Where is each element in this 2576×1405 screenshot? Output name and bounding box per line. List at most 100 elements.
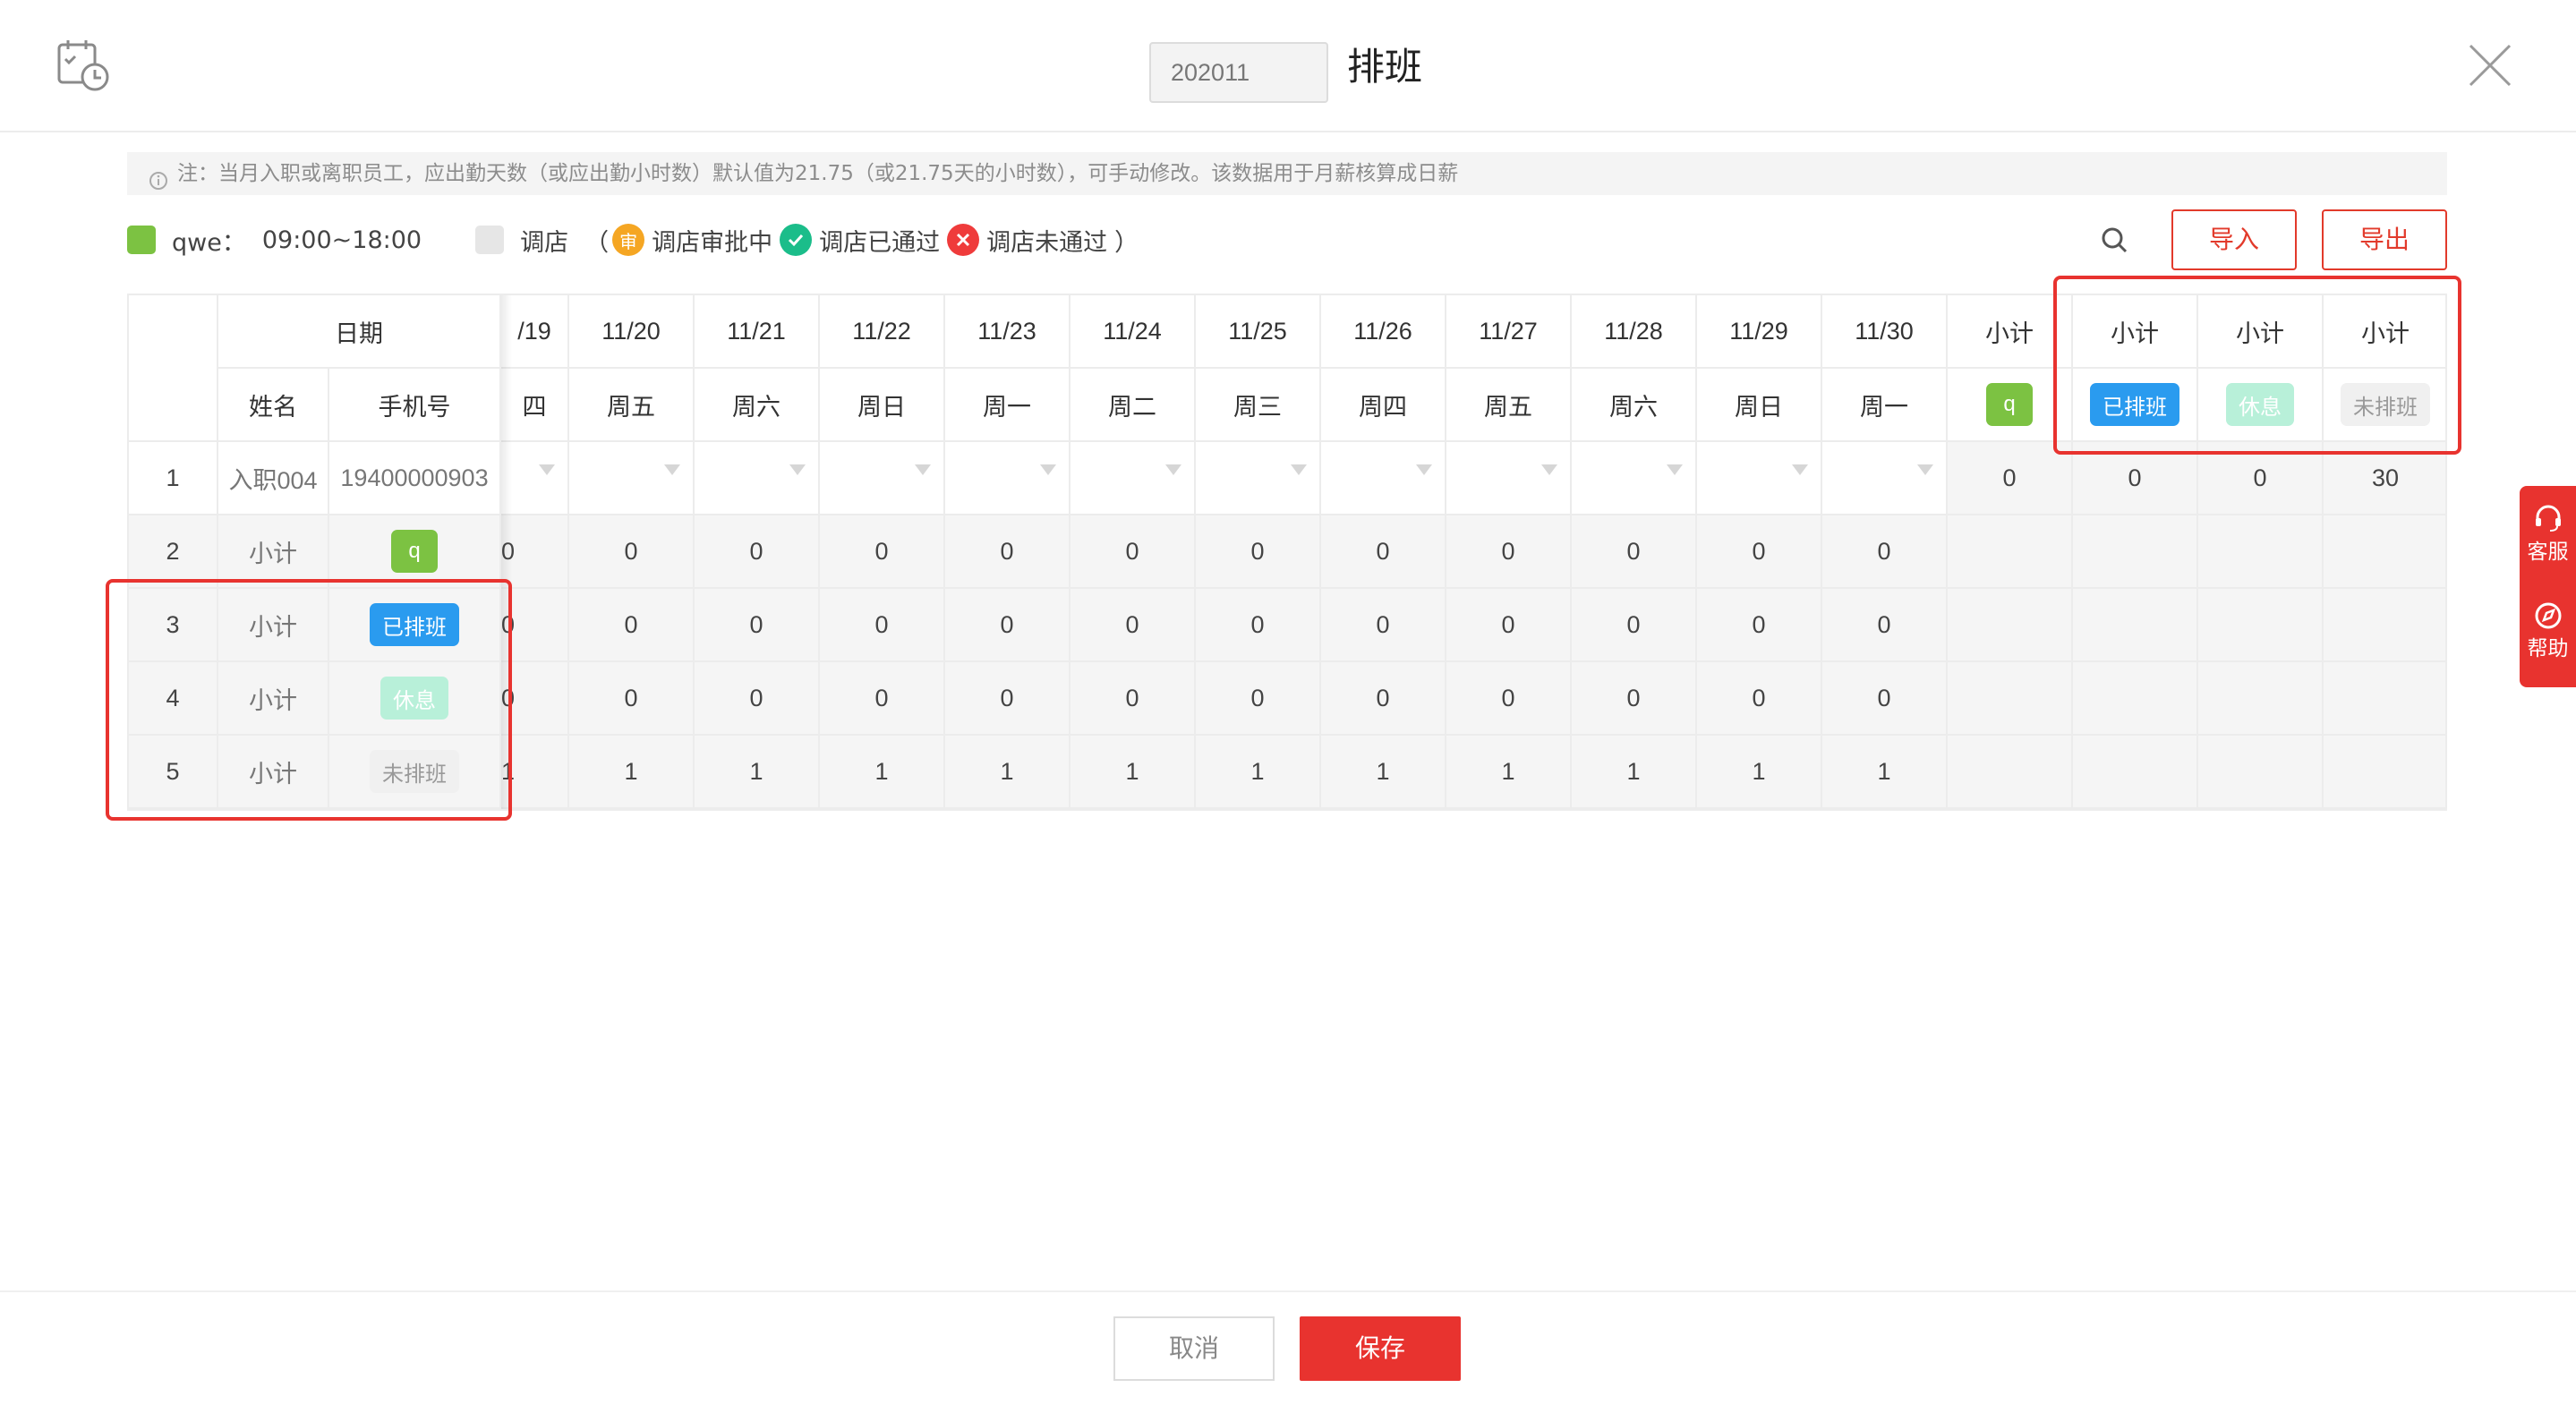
shift-select[interactable]: [1196, 442, 1321, 515]
summary-subtotal-empty: [1948, 736, 2073, 809]
shift-select[interactable]: [1070, 442, 1196, 515]
summary-count: 1: [1446, 736, 1572, 809]
shift-tag: 已排班: [2090, 383, 2179, 426]
shift-select[interactable]: [501, 442, 569, 515]
shift-select[interactable]: [1822, 442, 1948, 515]
summary-count: 0: [1572, 589, 1697, 662]
import-button[interactable]: 导入: [2171, 209, 2297, 270]
shift-select[interactable]: [695, 442, 820, 515]
dropdown-caret-icon: [1792, 464, 1808, 475]
header: 202011 排班: [0, 0, 2576, 132]
summary-count: 0: [1822, 662, 1948, 736]
month-input[interactable]: 202011: [1149, 42, 1328, 103]
summary-count: 0: [1697, 662, 1822, 736]
shift-time: 09:00~18:00: [261, 226, 422, 254]
weekday-header: 周六: [1572, 369, 1697, 442]
shift-select[interactable]: [945, 442, 1070, 515]
customer-service-button[interactable]: 客服: [2520, 502, 2576, 565]
subtotal-header: 小计: [1948, 295, 2073, 369]
dropdown-caret-icon: [1667, 464, 1683, 475]
shift-select[interactable]: [569, 442, 695, 515]
employee-phone: 19400000903: [329, 442, 501, 515]
summary-count: 1: [1321, 736, 1446, 809]
weekday-header: 周六: [695, 369, 820, 442]
summary-subtotal-empty: [1948, 589, 2073, 662]
paren-close: ）: [1114, 228, 1139, 257]
shift-tag: 未排班: [370, 750, 459, 793]
summary-count: 1: [945, 736, 1070, 809]
summary-count: 0: [1196, 589, 1321, 662]
pending-label: 调店审批中: [652, 228, 773, 257]
calendar-clock-icon[interactable]: [55, 38, 111, 93]
summary-tag-cell: 休息: [329, 662, 501, 736]
summary-subtotal-empty: [2073, 515, 2198, 589]
summary-subtotal-empty: [2198, 589, 2324, 662]
transfer-label: 调店: [520, 228, 569, 257]
summary-label: 小计: [218, 662, 329, 736]
header-corner: [129, 295, 218, 442]
employee-subtotal: 0: [1948, 442, 2073, 515]
summary-subtotal-empty: [1948, 515, 2073, 589]
summary-tag-cell: q: [329, 515, 501, 589]
summary-label: 小计: [218, 736, 329, 809]
summary-subtotal-empty: [2073, 662, 2198, 736]
summary-count: 0: [1070, 662, 1196, 736]
customer-service-label: 客服: [2527, 541, 2569, 564]
summary-count: 0: [501, 589, 569, 662]
shift-select[interactable]: [1697, 442, 1822, 515]
summary-count: 0: [695, 515, 820, 589]
help-button[interactable]: 帮助: [2520, 600, 2576, 661]
date-header: 11/25: [1196, 295, 1321, 369]
summary-count: 0: [820, 589, 945, 662]
summary-tag-cell: 已排班: [329, 589, 501, 662]
row-index: 2: [129, 515, 218, 589]
date-header: 11/29: [1697, 295, 1822, 369]
shift-select[interactable]: [1321, 442, 1446, 515]
summary-count: 1: [695, 736, 820, 809]
dropdown-caret-icon: [915, 464, 931, 475]
dropdown-caret-icon: [664, 464, 680, 475]
row-index: 5: [129, 736, 218, 809]
row-index: 4: [129, 662, 218, 736]
shift-select[interactable]: [1572, 442, 1697, 515]
help-label: 帮助: [2527, 637, 2569, 660]
export-button[interactable]: 导出: [2322, 209, 2447, 270]
summary-subtotal-empty: [2324, 736, 2445, 809]
check-icon: [780, 224, 813, 256]
summary-count: 0: [820, 662, 945, 736]
summary-count: 1: [1070, 736, 1196, 809]
summary-count: 1: [1572, 736, 1697, 809]
summary-count: 0: [1321, 662, 1446, 736]
date-header: 11/23: [945, 295, 1070, 369]
summary-count: 0: [501, 662, 569, 736]
row-index: 1: [129, 442, 218, 515]
float-service-panel: 客服 帮助: [2520, 486, 2576, 687]
weekday-header: 周四: [1321, 369, 1446, 442]
weekday-header: 周一: [1822, 369, 1948, 442]
summary-label: 小计: [218, 515, 329, 589]
date-header: 11/21: [695, 295, 820, 369]
dropdown-caret-icon: [789, 464, 806, 475]
row-index: 3: [129, 589, 218, 662]
weekday-header: 周五: [1446, 369, 1572, 442]
legend: qwe： 09:00~18:00 调店 （ 审 调店审批中 调店已通过 调店未通…: [127, 218, 1139, 261]
summary-subtotal-empty: [2324, 589, 2445, 662]
header-date: 日期: [218, 295, 501, 369]
shift-select[interactable]: [820, 442, 945, 515]
summary-count: 0: [569, 662, 695, 736]
schedule-page: 202011 排班 注：当月入职或离职员工，应出勤天数（或应出勤小时数）默认值为…: [0, 0, 2576, 1405]
header-phone: 手机号: [329, 369, 501, 442]
shift-select[interactable]: [1446, 442, 1572, 515]
save-button[interactable]: 保存: [1300, 1316, 1461, 1381]
date-header: 11/30: [1822, 295, 1948, 369]
page-title: 排班: [1347, 45, 1423, 89]
summary-count: 1: [1822, 736, 1948, 809]
summary-count: 0: [945, 589, 1070, 662]
cancel-button[interactable]: 取消: [1113, 1316, 1275, 1381]
summary-subtotal-empty: [2198, 515, 2324, 589]
search-icon[interactable]: [2098, 224, 2130, 256]
paren-open: （: [584, 228, 610, 257]
note-text: 注：当月入职或离职员工，应出勤天数（或应出勤小时数）默认值为21.75（或21.…: [177, 162, 1459, 185]
summary-count: 1: [1697, 736, 1822, 809]
close-icon[interactable]: [2468, 43, 2512, 88]
